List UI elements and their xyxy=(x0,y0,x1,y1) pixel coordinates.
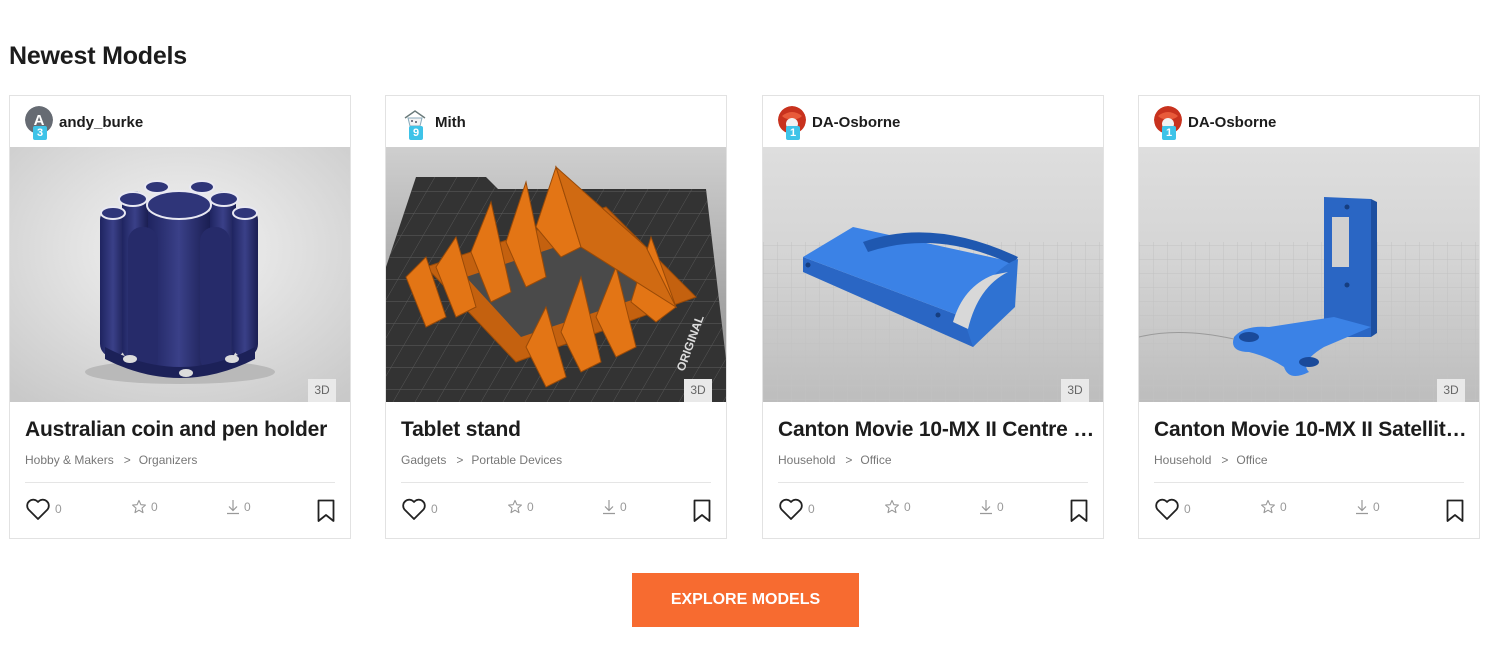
download-button[interactable]: 0 xyxy=(602,499,627,515)
3d-badge: 3D xyxy=(1437,379,1465,402)
model-title[interactable]: Canton Movie 10-MX II Centre Speaker Bra… xyxy=(778,418,1096,442)
card-header: 1 DA-Osborne xyxy=(763,96,1103,147)
model-card[interactable]: 1 DA-Osborne 3D Canton Movie 10-MX II Sa… xyxy=(1138,95,1480,539)
author-name[interactable]: Mith xyxy=(435,114,466,131)
favorite-button[interactable]: 0 xyxy=(507,499,534,515)
breadcrumb-separator: > xyxy=(1221,453,1229,467)
heart-icon xyxy=(1155,498,1179,520)
download-icon xyxy=(1356,500,1368,515)
model-card[interactable]: 1 DA-Osborne 3D Canton Movie 10-MX II Ce… xyxy=(762,95,1104,539)
like-button[interactable]: 0 xyxy=(1154,497,1191,521)
like-count: 0 xyxy=(808,502,815,516)
favorite-button[interactable]: 0 xyxy=(131,499,158,515)
favorite-button[interactable]: 0 xyxy=(884,499,911,515)
author-name[interactable]: DA-Osborne xyxy=(812,114,900,131)
card-divider xyxy=(401,482,711,483)
heart-icon xyxy=(779,498,803,520)
section-title: Newest Models xyxy=(9,42,188,70)
level-badge: 1 xyxy=(786,126,800,140)
download-count: 0 xyxy=(997,500,1004,514)
model-title[interactable]: Australian coin and pen holder xyxy=(25,418,343,442)
heart-icon xyxy=(26,498,50,520)
level-badge: 1 xyxy=(1162,126,1176,140)
bookmark-button[interactable] xyxy=(1070,499,1088,528)
card-header: 1 DA-Osborne xyxy=(1139,96,1479,147)
model-thumbnail[interactable]: ORIGINAL 3D xyxy=(386,147,726,402)
like-count: 0 xyxy=(55,502,62,516)
card-divider xyxy=(778,482,1088,483)
breadcrumb-separator: > xyxy=(456,453,464,467)
bookmark-button[interactable] xyxy=(1446,499,1464,528)
download-icon xyxy=(227,500,239,515)
download-icon xyxy=(603,500,615,515)
card-stats: 0 0 0 xyxy=(1154,497,1464,527)
breadcrumb-separator: > xyxy=(845,453,853,467)
bookmark-button[interactable] xyxy=(693,499,711,528)
card-stats: 0 0 0 xyxy=(401,497,711,527)
model-card[interactable]: 9 Mith ORIGINAL 3D Tablet stand Gadgets … xyxy=(385,95,727,539)
model-title[interactable]: Tablet stand xyxy=(401,418,719,442)
bookmark-button[interactable] xyxy=(317,499,335,528)
model-thumbnail[interactable]: 3D xyxy=(763,147,1103,402)
category-breadcrumb: Household > Office xyxy=(778,453,892,467)
bookmark-icon xyxy=(1070,499,1088,522)
like-button[interactable]: 0 xyxy=(401,497,438,521)
explore-models-button[interactable]: EXPLORE MODELS xyxy=(632,573,859,627)
download-icon xyxy=(980,500,992,515)
favorite-count: 0 xyxy=(151,500,158,514)
star-icon xyxy=(1261,499,1275,514)
favorite-count: 0 xyxy=(904,500,911,514)
model-title[interactable]: Canton Movie 10-MX II Satellite Speaker … xyxy=(1154,418,1472,442)
card-header: 9 Mith xyxy=(386,96,726,147)
download-button[interactable]: 0 xyxy=(226,499,251,515)
level-badge: 3 xyxy=(33,126,47,140)
3d-badge: 3D xyxy=(684,379,712,402)
favorite-button[interactable]: 0 xyxy=(1260,499,1287,515)
card-stats: 0 0 0 xyxy=(778,497,1088,527)
like-button[interactable]: 0 xyxy=(778,497,815,521)
card-stats: 0 0 0 xyxy=(25,497,335,527)
bookmark-icon xyxy=(693,499,711,522)
download-count: 0 xyxy=(244,500,251,514)
model-thumbnail[interactable]: 3D xyxy=(1139,147,1479,402)
subcategory-link[interactable]: Office xyxy=(1236,453,1267,467)
category-breadcrumb: Household > Office xyxy=(1154,453,1268,467)
star-icon xyxy=(132,499,146,514)
category-link[interactable]: Household xyxy=(778,453,835,467)
subcategory-link[interactable]: Portable Devices xyxy=(471,453,562,467)
download-button[interactable]: 0 xyxy=(1355,499,1380,515)
card-divider xyxy=(1154,482,1464,483)
download-button[interactable]: 0 xyxy=(979,499,1004,515)
like-button[interactable]: 0 xyxy=(25,497,62,521)
card-header: A 3 andy_burke xyxy=(10,96,350,147)
model-card[interactable]: A 3 andy_burke 3D Australian coin and pe… xyxy=(9,95,351,539)
like-count: 0 xyxy=(1184,502,1191,516)
category-breadcrumb: Hobby & Makers > Organizers xyxy=(25,453,197,467)
model-thumbnail[interactable]: 3D xyxy=(10,147,350,402)
category-link[interactable]: Gadgets xyxy=(401,453,446,467)
category-link[interactable]: Household xyxy=(1154,453,1211,467)
author-name[interactable]: DA-Osborne xyxy=(1188,114,1276,131)
author-name[interactable]: andy_burke xyxy=(59,114,143,131)
subcategory-link[interactable]: Organizers xyxy=(139,453,198,467)
star-icon xyxy=(508,499,522,514)
3d-badge: 3D xyxy=(1061,379,1089,402)
level-badge: 9 xyxy=(409,126,423,140)
download-count: 0 xyxy=(1373,500,1380,514)
card-divider xyxy=(25,482,335,483)
subcategory-link[interactable]: Office xyxy=(860,453,891,467)
bookmark-icon xyxy=(1446,499,1464,522)
favorite-count: 0 xyxy=(1280,500,1287,514)
category-link[interactable]: Hobby & Makers xyxy=(25,453,114,467)
category-breadcrumb: Gadgets > Portable Devices xyxy=(401,453,562,467)
breadcrumb-separator: > xyxy=(123,453,131,467)
download-count: 0 xyxy=(620,500,627,514)
like-count: 0 xyxy=(431,502,438,516)
heart-icon xyxy=(402,498,426,520)
bookmark-icon xyxy=(317,499,335,522)
star-icon xyxy=(885,499,899,514)
favorite-count: 0 xyxy=(527,500,534,514)
3d-badge: 3D xyxy=(308,379,336,402)
